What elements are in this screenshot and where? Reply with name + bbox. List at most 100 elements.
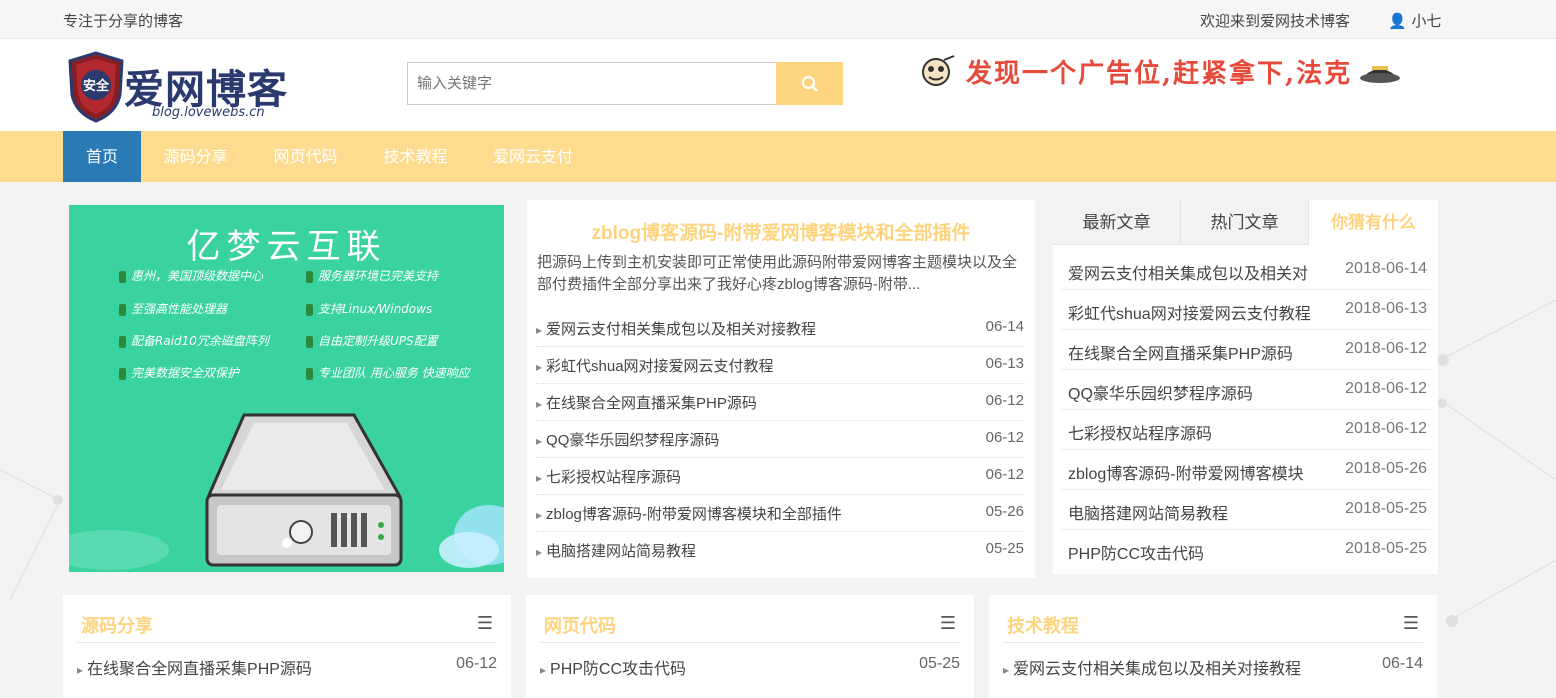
divider [540,642,960,643]
search-icon [801,75,818,92]
list-item-date: 05-25 [985,540,1024,557]
headline-title[interactable]: zblog博客源码-附带爱网博客模块和全部插件 [527,218,1035,245]
list-item[interactable]: 在线聚合全网直播采集PHP源码 06-12 [536,384,1026,421]
headline-summary: 把源码上传到主机安装即可正常使用此源码附带爱网博客主题模块以及全部付费插件全部分… [537,254,1018,293]
list-item[interactable]: 彩虹代shua网对接爱网云支付教程 06-13 [536,347,1026,384]
site-tagline: 专注于分享的博客 [63,12,184,30]
sidebar-item[interactable]: 爱网云支付相关集成包以及相关对 2018-06-14 [1061,250,1431,290]
main-nav: 首页 源码分享 网页代码 技术教程 爱网云支付 [0,131,1556,182]
sidebar-item-title: 电脑搭建网站简易教程 [1068,506,1229,523]
nav-item-webcode[interactable]: 网页代码 [259,131,352,182]
sidebar-item[interactable]: 彩虹代shua网对接爱网云支付教程 2018-06-13 [1061,290,1431,330]
user-name: 小七 [1411,12,1442,30]
ad-banner[interactable]: 发现一个广告位,赶紧拿下,法克 [918,53,1438,89]
site-header: 安全 爱网博客 blog.lovewebs.cn 发现一个广告位,赶紧拿下,法克 [0,39,1556,131]
list-item-date: 06-14 [985,318,1024,335]
list-item[interactable]: 爱网云支付相关集成包以及相关对接教程 06-14 [1003,655,1423,679]
sidebar-item[interactable]: 七彩授权站程序源码 2018-06-12 [1061,410,1431,450]
slide-feature: 惠州，美国顶级数据中心 [119,267,263,284]
tab-guess[interactable]: 你猜有什么 [1309,200,1438,245]
nav-item-source[interactable]: 源码分享 [149,131,242,182]
list-icon[interactable]: ☰ [1403,613,1419,634]
sidebar-item-title: QQ豪华乐园织梦程序源码 [1068,386,1253,403]
list-item-title: 爱网云支付相关集成包以及相关对接教程 [1003,661,1301,678]
tab-latest[interactable]: 最新文章 [1053,200,1181,245]
sidebar-item[interactable]: QQ豪华乐园织梦程序源码 2018-06-12 [1061,370,1431,410]
shield-icon: 安全 [68,51,124,123]
search-input[interactable] [407,62,777,105]
nav-item-pay[interactable]: 爱网云支付 [479,131,587,182]
sidebar-item-title: PHP防CC攻击代码 [1068,546,1205,563]
slide-feature: 服务器环境已完美支持 [306,267,438,284]
sidebar-item-title: 爱网云支付相关集成包以及相关对 [1068,266,1309,283]
list-item-title: 爱网云支付相关集成包以及相关对接教程 [536,318,816,339]
sidebar-item[interactable]: 在线聚合全网直播采集PHP源码 2018-06-12 [1061,330,1431,370]
box-title[interactable]: 源码分享 [81,612,153,638]
list-item-title: 在线聚合全网直播采集PHP源码 [77,661,312,678]
sidebar-item-date: 2018-05-26 [1345,460,1427,477]
category-box-webcode: 网页代码 ☰ PHP防CC攻击代码 05-25 [526,595,974,698]
sidebar-item-date: 2018-05-25 [1345,540,1427,557]
sidebar-item-date: 2018-05-25 [1345,500,1427,517]
sidebar-item-date: 2018-06-13 [1345,300,1427,317]
list-item-title: 在线聚合全网直播采集PHP源码 [536,392,757,413]
list-item-date: 06-12 [985,429,1024,446]
slide-feature: 自由定制升级UPS配置 [306,332,438,349]
sidebar-item[interactable]: zblog博客源码-附带爱网博客模块 2018-05-26 [1061,450,1431,490]
cartoon-face-icon [922,55,955,86]
list-item[interactable]: QQ豪华乐园织梦程序源码 06-12 [536,421,1026,458]
sidebar-item-title: 彩虹代shua网对接爱网云支付教程 [1068,306,1311,323]
site-logo[interactable]: 安全 爱网博客 blog.lovewebs.cn [66,51,306,123]
sidebar-item-title: 七彩授权站程序源码 [1068,426,1213,443]
top-bar: 专注于分享的博客 欢迎来到爱网技术博客 👤 小七 [0,0,1556,39]
slide-feature: 配备Raid10冗余磁盘阵列 [119,332,269,349]
list-item[interactable]: PHP防CC攻击代码 05-25 [540,655,960,679]
sidebar-panel: 最新文章 热门文章 你猜有什么 爱网云支付相关集成包以及相关对 2018-06-1… [1053,200,1438,574]
list-item-title: QQ豪华乐园织梦程序源码 [536,429,719,450]
hat-icon [1360,66,1401,83]
user-icon: 👤 [1388,12,1407,30]
list-item-title: 电脑搭建网站简易教程 [536,540,696,561]
site-domain: blog.lovewebs.cn [152,105,265,120]
box-title[interactable]: 技术教程 [1007,612,1079,638]
nav-item-home[interactable]: 首页 [63,131,141,182]
sidebar-item-date: 2018-06-14 [1345,260,1427,277]
list-item-title: 七彩授权站程序源码 [536,466,681,487]
divider [77,642,497,643]
list-icon[interactable]: ☰ [940,613,956,634]
nav-item-tutorials[interactable]: 技术教程 [369,131,462,182]
list-item-date: 06-13 [985,355,1024,372]
sidebar-item[interactable]: PHP防CC攻击代码 2018-05-25 [1061,530,1431,570]
category-box-tutorials: 技术教程 ☰ 爱网云支付相关集成包以及相关对接教程 06-14 [989,595,1437,698]
sidebar-item[interactable]: 电脑搭建网站简易教程 2018-05-25 [1061,490,1431,530]
sidebar-item-date: 2018-06-12 [1345,340,1427,357]
search-button[interactable] [776,62,843,105]
welcome-text: 欢迎来到爱网技术博客 [1200,12,1351,30]
sidebar-tabs: 最新文章 热门文章 你猜有什么 [1053,200,1438,245]
list-item[interactable]: zblog博客源码-附带爱网博客模块和全部插件 05-26 [536,495,1026,532]
slide-feature: 支持Linux/Windows [306,300,432,317]
category-box-source: 源码分享 ☰ 在线聚合全网直播采集PHP源码 06-12 [63,595,511,698]
slide-feature: 至强高性能处理器 [119,300,227,317]
list-item[interactable]: 爱网云支付相关集成包以及相关对接教程 06-14 [536,310,1026,347]
list-item-date: 05-25 [919,655,960,672]
list-item-title: 彩虹代shua网对接爱网云支付教程 [536,355,774,376]
list-item[interactable]: 七彩授权站程序源码 06-12 [536,458,1026,495]
user-link[interactable]: 👤 小七 [1388,10,1441,31]
list-item[interactable]: 在线聚合全网直播采集PHP源码 06-12 [77,655,497,679]
sidebar-item-title: zblog博客源码-附带爱网博客模块 [1068,466,1304,483]
list-item-date: 05-26 [985,503,1024,520]
list-icon[interactable]: ☰ [477,613,493,634]
list-item-date: 06-12 [985,392,1024,409]
search-form [407,62,843,105]
ad-text: 发现一个广告位,赶紧拿下,法克 [966,58,1353,89]
sidebar-item-title: 在线聚合全网直播采集PHP源码 [1068,346,1293,363]
divider [1003,642,1423,643]
list-item-title: PHP防CC攻击代码 [540,661,686,678]
carousel-slide[interactable]: 亿梦云互联 惠州，美国顶级数据中心 服务器环境已完美支持 至强高性能处理器 支持… [69,205,504,572]
box-title[interactable]: 网页代码 [544,612,616,638]
sidebar-item-date: 2018-06-12 [1345,380,1427,397]
list-item[interactable]: 电脑搭建网站简易教程 05-25 [536,532,1026,569]
tab-popular[interactable]: 热门文章 [1181,200,1309,245]
sidebar-item-date: 2018-06-12 [1345,420,1427,437]
